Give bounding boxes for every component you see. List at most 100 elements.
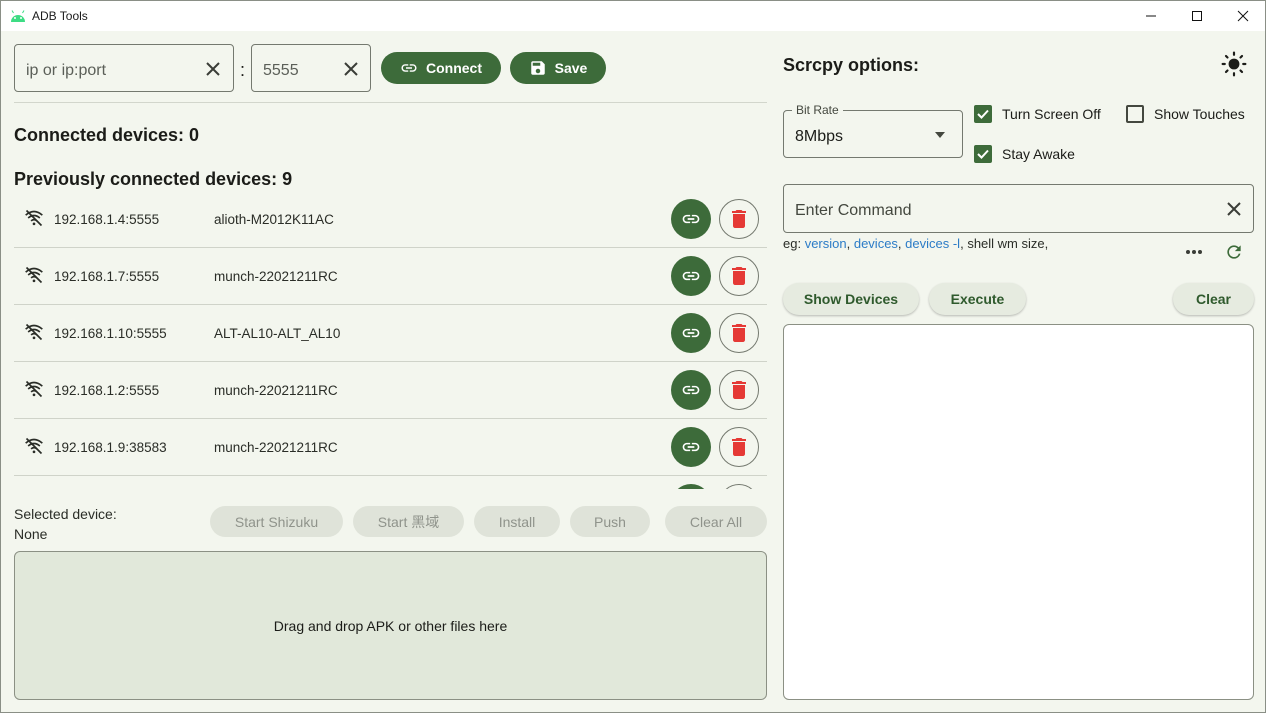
reconnect-device-button[interactable] [671, 313, 711, 353]
device-ip: 192.168.1.9:38583 [54, 440, 167, 455]
reconnect-device-button[interactable] [671, 256, 711, 296]
example-link[interactable]: version [805, 236, 847, 251]
maximize-icon [1192, 11, 1202, 21]
turn-screen-off-label: Turn Screen Off [1002, 106, 1101, 122]
push-button[interactable]: Push [570, 506, 650, 537]
device-row[interactable]: 192.168.1.9:38583 munch-22021211RC [14, 419, 767, 476]
link-icon [682, 442, 700, 452]
divider [14, 102, 767, 103]
show-devices-button[interactable]: Show Devices [783, 283, 919, 315]
command-output-area[interactable] [783, 324, 1254, 700]
start-heiyu-button[interactable]: Start 黑域 [353, 506, 464, 537]
save-icon [530, 61, 545, 75]
file-drop-zone[interactable]: Drag and drop APK or other files here [14, 551, 767, 700]
device-row[interactable]: 192.168.1.7:5555 munch-22021211RC [14, 248, 767, 305]
show-touches-checkbox[interactable]: Show Touches [1126, 105, 1245, 123]
selected-device: Selected device: None [14, 504, 117, 544]
selected-device-value: None [14, 526, 48, 542]
clear-all-button[interactable]: Clear All [665, 506, 767, 537]
minimize-icon [1146, 15, 1156, 17]
device-name: munch-22021211RC [214, 383, 338, 398]
link-icon [682, 271, 700, 281]
wifi-off-icon [25, 437, 43, 455]
more-horiz-icon [1186, 250, 1202, 254]
device-row[interactable]: 192.168.1.2:5555 munch-22021211RC [14, 362, 767, 419]
close-window-button[interactable] [1220, 1, 1266, 31]
save-label: Save [554, 60, 588, 76]
ip-input[interactable]: ip or ip:port [14, 44, 234, 92]
more-options-button[interactable] [1182, 240, 1206, 264]
port-input[interactable]: 5555 [251, 44, 371, 92]
trash-icon [732, 438, 746, 456]
stay-awake-checkbox[interactable]: Stay Awake [974, 145, 1075, 163]
delete-device-button[interactable] [719, 256, 759, 296]
connected-devices-heading: Connected devices: 0 [14, 125, 200, 145]
delete-device-button[interactable] [719, 370, 759, 410]
device-name: munch-22021211RC [214, 269, 338, 284]
minimize-button[interactable] [1128, 1, 1174, 31]
link-icon [401, 64, 417, 72]
save-button[interactable]: Save [510, 52, 606, 84]
reconnect-device-button[interactable] [671, 427, 711, 467]
checkbox-checked-icon [974, 105, 992, 123]
link-icon [682, 328, 700, 338]
examples-prefix: eg: [783, 236, 805, 251]
bitrate-select[interactable]: Bit Rate 8Mbps [783, 103, 963, 158]
clear-port-icon[interactable] [341, 59, 361, 79]
selected-device-label: Selected device: [14, 506, 117, 522]
example-link[interactable]: devices [854, 236, 898, 251]
close-icon [1237, 10, 1249, 22]
ip-port-separator: : [240, 60, 246, 80]
example-link[interactable]: devices -l [905, 236, 960, 251]
delete-device-button[interactable] [719, 199, 759, 239]
command-input[interactable]: Enter Command [783, 184, 1254, 233]
scrcpy-options-heading: Scrcpy options: [783, 55, 920, 75]
reconnect-device-button[interactable] [671, 199, 711, 239]
refresh-icon [1227, 245, 1241, 259]
delete-device-button[interactable] [719, 313, 759, 353]
trash-icon [732, 267, 746, 285]
checkbox-checked-icon [974, 145, 992, 163]
port-input-value: 5555 [263, 62, 299, 79]
delete-device-button[interactable] [719, 427, 759, 467]
trash-icon [732, 210, 746, 228]
previous-devices-heading: Previously connected devices: 9 [14, 169, 293, 189]
turn-screen-off-checkbox[interactable]: Turn Screen Off [974, 105, 1101, 123]
trash-icon [732, 324, 746, 342]
connect-label: Connect [426, 60, 482, 76]
stay-awake-label: Stay Awake [1002, 146, 1075, 162]
install-button[interactable]: Install [474, 506, 560, 537]
bitrate-value: 8Mbps [795, 128, 844, 145]
clear-command-icon[interactable] [1224, 199, 1244, 219]
reconnect-device-button[interactable] [671, 484, 711, 489]
checkbox-unchecked-icon [1126, 105, 1144, 123]
trash-icon [732, 381, 746, 399]
device-row[interactable]: 192.168.1.4:5555 alioth-M2012K11AC [14, 191, 767, 248]
command-placeholder: Enter Command [795, 202, 912, 219]
device-name: alioth-M2012K11AC [214, 212, 334, 227]
maximize-button[interactable] [1174, 1, 1220, 31]
app-window: ADB Tools ip or ip:port : 5555 Connect S… [0, 0, 1266, 713]
title-bar: ADB Tools [1, 1, 1265, 31]
clear-output-button[interactable]: Clear [1173, 283, 1254, 315]
device-ip: 192.168.1.2:5555 [54, 383, 160, 398]
android-app-icon [11, 10, 25, 22]
device-list[interactable]: 192.168.1.4:5555 alioth-M2012K11AC 192.1… [14, 191, 767, 489]
device-name: munch-22021211RC [214, 440, 338, 455]
delete-device-button[interactable] [719, 484, 759, 489]
reconnect-device-button[interactable] [671, 370, 711, 410]
link-icon [682, 214, 700, 224]
device-ip: 192.168.1.7:5555 [54, 269, 160, 284]
device-row[interactable]: 192.168.1.10:5555 ALT-AL10-ALT_AL10 [14, 305, 767, 362]
start-shizuku-button[interactable]: Start Shizuku [210, 506, 343, 537]
connect-button[interactable]: Connect [381, 52, 501, 84]
drop-zone-text: Drag and drop APK or other files here [273, 617, 508, 634]
brightness-icon[interactable] [1221, 51, 1247, 77]
refresh-button[interactable] [1222, 240, 1246, 264]
wifi-off-icon [25, 209, 43, 227]
clear-ip-icon[interactable] [203, 59, 223, 79]
device-row-partial[interactable] [14, 476, 767, 489]
execute-button[interactable]: Execute [929, 283, 1026, 315]
link-icon [682, 385, 700, 395]
device-ip: 192.168.1.4:5555 [54, 212, 160, 227]
